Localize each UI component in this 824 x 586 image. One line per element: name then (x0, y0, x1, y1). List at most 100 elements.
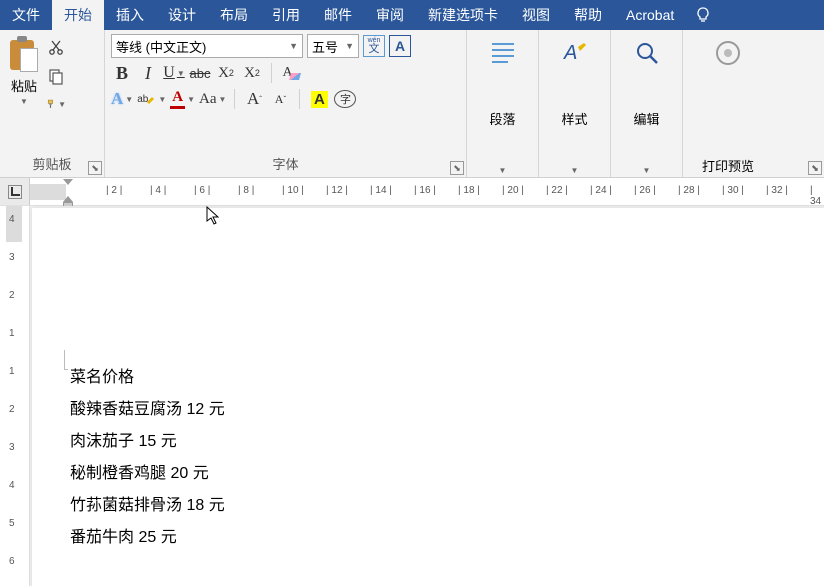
menu-view[interactable]: 视图 (510, 0, 562, 30)
character-border-button[interactable]: A (389, 35, 411, 57)
print-preview-label: 打印预览 (702, 156, 754, 175)
v-ruler-tick: 3 (9, 252, 15, 263)
vertical-ruler[interactable]: 4321123456 (0, 206, 30, 586)
v-ruler-tick: 4 (9, 480, 15, 491)
ruler-tick: | 4 | (150, 185, 166, 196)
document-line[interactable]: 秘制橙香鸡腿 20 元 (70, 458, 824, 490)
cut-button[interactable] (46, 38, 66, 58)
styles-icon[interactable]: A (559, 36, 591, 70)
menu-design[interactable]: 设计 (156, 0, 208, 30)
ruler-tick: | 32 | (766, 185, 788, 196)
ruler-tick: | 10 | (282, 185, 304, 196)
group-print-preview: 打印预览 (683, 30, 773, 177)
ruler-tick: | 22 | (546, 185, 568, 196)
document-line[interactable]: 菜名价格 (70, 362, 824, 394)
paste-label: 粘贴 (11, 76, 37, 95)
bold-button[interactable]: B (111, 62, 133, 84)
group-paragraph: 段落 ▼ ⬊ (467, 30, 539, 177)
group-clipboard: 粘贴 ▼ ▼ 剪贴板 ⬊ (0, 30, 105, 177)
menu-new-tab[interactable]: 新建选项卡 (416, 0, 510, 30)
margin-marker (64, 350, 68, 370)
clipboard-launcher[interactable]: ⬊ (88, 161, 102, 175)
subscript-button[interactable]: X2 (215, 62, 237, 84)
ruler-tick: | 14 | (370, 185, 392, 196)
document-body[interactable]: 菜名价格酸辣香菇豆腐汤 12 元肉沫茄子 15 元秘制橙香鸡腿 20 元竹荪菌菇… (70, 362, 824, 554)
italic-button[interactable]: I (137, 62, 159, 84)
v-ruler-tick: 2 (9, 290, 15, 301)
underline-button[interactable]: U▼ (163, 62, 185, 84)
menu-references[interactable]: 引用 (260, 0, 312, 30)
group-font: 等线 (中文正文) ▼ 五号 ▼ wén 文 A B I U▼ abc X2 (105, 30, 467, 177)
ruler-tick: | 6 | (194, 185, 210, 196)
menu-file[interactable]: 文件 (0, 0, 52, 30)
v-ruler-tick: 1 (9, 366, 15, 377)
tab-selector[interactable] (0, 178, 30, 205)
styles-launcher[interactable]: ⬊ (808, 161, 822, 175)
ruler-tick: | 20 | (502, 185, 524, 196)
page[interactable]: 菜名价格酸辣香菇豆腐汤 12 元肉沫茄子 15 元秘制橙香鸡腿 20 元竹荪菌菇… (32, 208, 824, 586)
font-color-button[interactable]: A▼ (170, 88, 195, 110)
chevron-down-icon: ▼ (187, 95, 195, 104)
group-styles: A 样式 ▼ ⬊ (539, 30, 611, 177)
strikethrough-button[interactable]: abc (189, 62, 211, 84)
find-icon[interactable] (631, 36, 663, 70)
highlight-button[interactable]: ab▼ (137, 88, 166, 110)
menu-bar: 文件 开始 插入 设计 布局 引用 邮件 审阅 新建选项卡 视图 帮助 Acro… (0, 0, 824, 30)
menu-review[interactable]: 审阅 (364, 0, 416, 30)
v-ruler-tick: 3 (9, 442, 15, 453)
ruler-tick: | 24 | (590, 185, 612, 196)
paste-button[interactable]: 粘贴 ▼ (6, 34, 42, 114)
tell-me-lightbulb-icon[interactable] (686, 0, 720, 30)
chevron-down-icon: ▼ (58, 100, 66, 109)
document-line[interactable]: 竹荪菌菇排骨汤 18 元 (70, 490, 824, 522)
editing-label: 编辑 (633, 109, 659, 128)
change-case-button[interactable]: Aa▼ (199, 88, 226, 110)
ruler-tick: | 26 | (634, 185, 656, 196)
paragraph-label: 段落 (489, 109, 515, 128)
menu-layout[interactable]: 布局 (208, 0, 260, 30)
document-line[interactable]: 肉沫茄子 15 元 (70, 426, 824, 458)
document-line[interactable]: 番茄牛肉 25 元 (70, 522, 824, 554)
ruler-area: | 2 || 4 || 6 || 8 || 10 || 12 || 14 || … (0, 178, 824, 206)
chevron-down-icon: ▼ (499, 166, 507, 175)
menu-help[interactable]: 帮助 (562, 0, 614, 30)
character-shading-button[interactable]: A (308, 88, 330, 110)
group-label-font: 字体 (111, 152, 460, 175)
grow-font-button[interactable]: Aˆ (243, 88, 265, 110)
shrink-font-button[interactable]: Aˇ (269, 88, 291, 110)
ruler-tick: | 16 | (414, 185, 436, 196)
text-effects-button[interactable]: A▼ (111, 88, 133, 110)
print-preview-icon[interactable] (712, 36, 744, 70)
ribbon: 粘贴 ▼ ▼ 剪贴板 ⬊ 等线 (中文正 (0, 30, 824, 178)
document-line[interactable]: 酸辣香菇豆腐汤 12 元 (70, 394, 824, 426)
chevron-down-icon: ▼ (643, 166, 651, 175)
menu-home[interactable]: 开始 (52, 0, 104, 30)
chevron-down-icon: ▼ (289, 41, 298, 51)
paragraph-icon[interactable] (487, 36, 519, 70)
v-ruler-tick: 4 (9, 214, 15, 225)
v-ruler-tick: 6 (9, 556, 15, 567)
ruler-tick: | 8 | (238, 185, 254, 196)
phonetic-guide-button[interactable]: wén 文 (363, 35, 385, 57)
menu-insert[interactable]: 插入 (104, 0, 156, 30)
copy-button[interactable] (46, 66, 66, 86)
font-name-combo[interactable]: 等线 (中文正文) ▼ (111, 34, 303, 58)
chevron-down-icon: ▼ (219, 95, 227, 104)
format-painter-button[interactable]: ▼ (46, 94, 66, 114)
font-size-value: 五号 (312, 37, 338, 56)
menu-acrobat[interactable]: Acrobat (614, 0, 686, 30)
font-size-combo[interactable]: 五号 ▼ (307, 34, 359, 58)
eraser-icon (289, 73, 301, 80)
styles-label: 样式 (561, 109, 587, 128)
document-area: 4321123456 菜名价格酸辣香菇豆腐汤 12 元肉沫茄子 15 元秘制橙香… (0, 206, 824, 586)
font-launcher[interactable]: ⬊ (450, 161, 464, 175)
horizontal-ruler[interactable]: | 2 || 4 || 6 || 8 || 10 || 12 || 14 || … (30, 178, 824, 205)
clear-formatting-button[interactable]: A (280, 62, 302, 84)
v-ruler-tick: 1 (9, 328, 15, 339)
menu-mailings[interactable]: 邮件 (312, 0, 364, 30)
group-label-clipboard: 剪贴板 (6, 152, 98, 175)
superscript-button[interactable]: X2 (241, 62, 263, 84)
chevron-down-icon: ▼ (571, 166, 579, 175)
svg-text:A: A (563, 42, 577, 64)
enclose-character-button[interactable]: 字 (334, 90, 356, 108)
